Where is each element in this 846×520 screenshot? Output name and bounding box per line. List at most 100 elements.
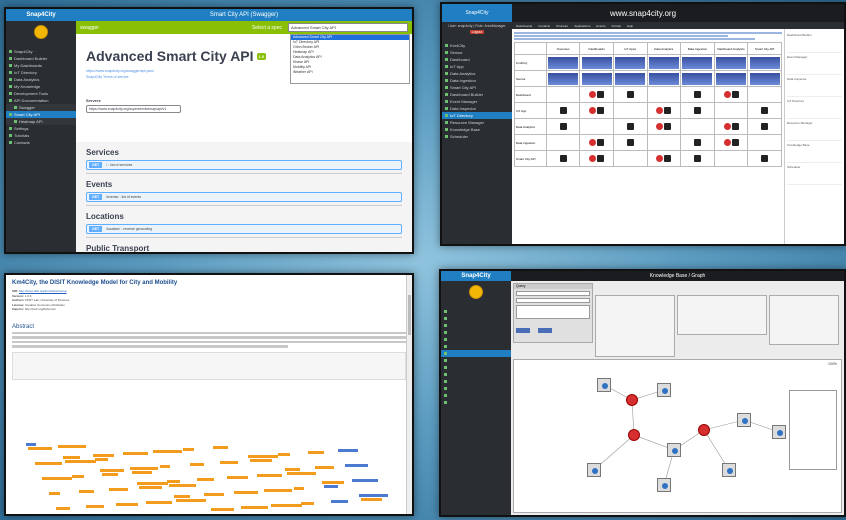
sidebar-item[interactable]: API Documentation xyxy=(6,97,76,104)
sidebar-item[interactable]: My Knowledge xyxy=(6,83,76,90)
sidebar-item[interactable]: Dashboard Builder xyxy=(442,91,512,98)
sidebar-item[interactable] xyxy=(441,329,511,336)
sidebar-item[interactable]: Dashboard Builder xyxy=(6,55,76,62)
thumbnail[interactable] xyxy=(716,72,746,85)
table-cell[interactable] xyxy=(713,70,749,87)
operation-row[interactable]: GET/location/ - reverse geocoding xyxy=(86,224,402,234)
app-icon-red[interactable] xyxy=(723,139,731,146)
graph-canvas[interactable]: 100% xyxy=(513,359,842,513)
thumbnail[interactable] xyxy=(648,56,679,69)
graph-node[interactable] xyxy=(772,425,786,439)
right-item[interactable]: IoT Directory xyxy=(787,97,842,119)
thumbnail[interactable] xyxy=(749,56,780,69)
table-cell[interactable] xyxy=(545,54,581,71)
table-cell[interactable] xyxy=(646,134,682,151)
app-icon-red[interactable] xyxy=(656,107,664,114)
right-item[interactable]: Dashboard Builder xyxy=(787,31,842,53)
sidebar-item[interactable]: IoT Directory xyxy=(442,112,512,119)
thumbnail[interactable] xyxy=(548,56,579,69)
table-cell[interactable] xyxy=(579,102,614,119)
graph-node-alert[interactable] xyxy=(698,424,710,436)
operation-row[interactable]: GET/events/ - list of events xyxy=(86,192,402,202)
sidebar-item[interactable]: Data Analytics xyxy=(6,76,76,83)
sidebar-brand[interactable]: Snap4City xyxy=(6,9,76,21)
table-cell[interactable] xyxy=(747,150,782,167)
table-cell[interactable] xyxy=(545,86,581,103)
table-cell[interactable] xyxy=(713,102,749,119)
swagger-logo[interactable]: swagger xyxy=(80,25,99,31)
app-icon-dark[interactable] xyxy=(731,91,739,98)
sidebar-item[interactable]: Heatmap API xyxy=(6,118,76,125)
sidebar-item[interactable]: Data Inspector xyxy=(442,105,512,112)
sidebar-item[interactable] xyxy=(441,322,511,329)
table-cell[interactable] xyxy=(713,150,749,167)
app-icon-dark[interactable] xyxy=(693,139,701,146)
table-cell[interactable] xyxy=(545,118,581,135)
table-cell[interactable] xyxy=(579,70,614,87)
table-cell[interactable] xyxy=(545,70,581,87)
menu-item[interactable]: Help xyxy=(627,24,633,28)
app-icon-red[interactable] xyxy=(723,91,731,98)
sidebar-item[interactable]: Tutorials xyxy=(6,132,76,139)
site-brand[interactable]: Snap4City xyxy=(442,4,512,22)
query-input[interactable] xyxy=(516,291,590,296)
sidebar-item[interactable]: Contacts xyxy=(6,139,76,146)
table-cell[interactable] xyxy=(579,118,614,135)
thumbnail[interactable] xyxy=(682,56,713,69)
logout-button[interactable]: Logout xyxy=(469,30,485,34)
sidebar-item[interactable]: Dashboard xyxy=(442,56,512,63)
sidebar-item[interactable]: Knowledge Base xyxy=(442,126,512,133)
graph-node[interactable] xyxy=(667,443,681,457)
table-cell[interactable] xyxy=(612,70,648,87)
sidebar-item[interactable] xyxy=(441,336,511,343)
table-cell[interactable] xyxy=(646,54,682,71)
table-cell[interactable] xyxy=(713,118,749,135)
right-item[interactable]: Event Manager xyxy=(787,53,842,75)
table-cell[interactable] xyxy=(612,150,648,167)
app-icon-red[interactable] xyxy=(589,91,597,98)
right-item[interactable]: Knowledge Base xyxy=(787,141,842,163)
table-cell[interactable] xyxy=(747,118,782,135)
sidebar-item[interactable] xyxy=(441,357,511,364)
app-icon-red[interactable] xyxy=(589,155,597,162)
table-cell[interactable] xyxy=(747,54,782,71)
table-cell[interactable] xyxy=(579,150,614,167)
thumbnail[interactable] xyxy=(749,72,780,85)
sidebar-item[interactable] xyxy=(441,350,511,357)
app-icon-dark[interactable] xyxy=(559,123,567,130)
app-icon-dark[interactable] xyxy=(626,91,634,98)
api-section[interactable]: Services GET / - list of services xyxy=(86,142,402,174)
table-cell[interactable] xyxy=(646,102,682,119)
menu-item[interactable]: Portals xyxy=(612,24,621,28)
query-input-2[interactable] xyxy=(516,298,590,303)
thumbnail[interactable] xyxy=(581,56,612,69)
section-name[interactable]: Public Transport xyxy=(86,244,402,252)
sidebar-item[interactable]: Swagger xyxy=(6,104,76,111)
graph-node-alert[interactable] xyxy=(626,394,638,406)
app-icon-dark[interactable] xyxy=(761,155,769,162)
app-icon-dark[interactable] xyxy=(626,123,634,130)
right-item[interactable]: Scheduler xyxy=(787,163,842,185)
thumbnail[interactable] xyxy=(682,72,713,85)
table-cell[interactable] xyxy=(646,70,682,87)
table-cell[interactable] xyxy=(680,54,715,71)
table-cell[interactable] xyxy=(680,86,715,103)
table-cell[interactable] xyxy=(579,86,614,103)
table-cell[interactable] xyxy=(747,70,782,87)
thumbnail[interactable] xyxy=(615,72,646,85)
app-icon-dark[interactable] xyxy=(597,155,605,162)
app-icon-dark[interactable] xyxy=(559,155,567,162)
sidebar-item[interactable]: IoT App xyxy=(442,63,512,70)
table-cell[interactable] xyxy=(612,134,648,151)
scrollbar[interactable] xyxy=(406,275,412,514)
app-icon-dark[interactable] xyxy=(597,107,605,114)
table-cell[interactable] xyxy=(713,54,749,71)
menu-item[interactable]: Events xyxy=(596,24,605,28)
table-cell[interactable] xyxy=(545,150,581,167)
table-cell[interactable] xyxy=(747,86,782,103)
sidebar-item[interactable] xyxy=(441,378,511,385)
table-cell[interactable] xyxy=(680,70,715,87)
sidebar-item[interactable]: Development Tools xyxy=(6,90,76,97)
table-cell[interactable] xyxy=(680,150,715,167)
app-icon-dark[interactable] xyxy=(761,107,769,114)
